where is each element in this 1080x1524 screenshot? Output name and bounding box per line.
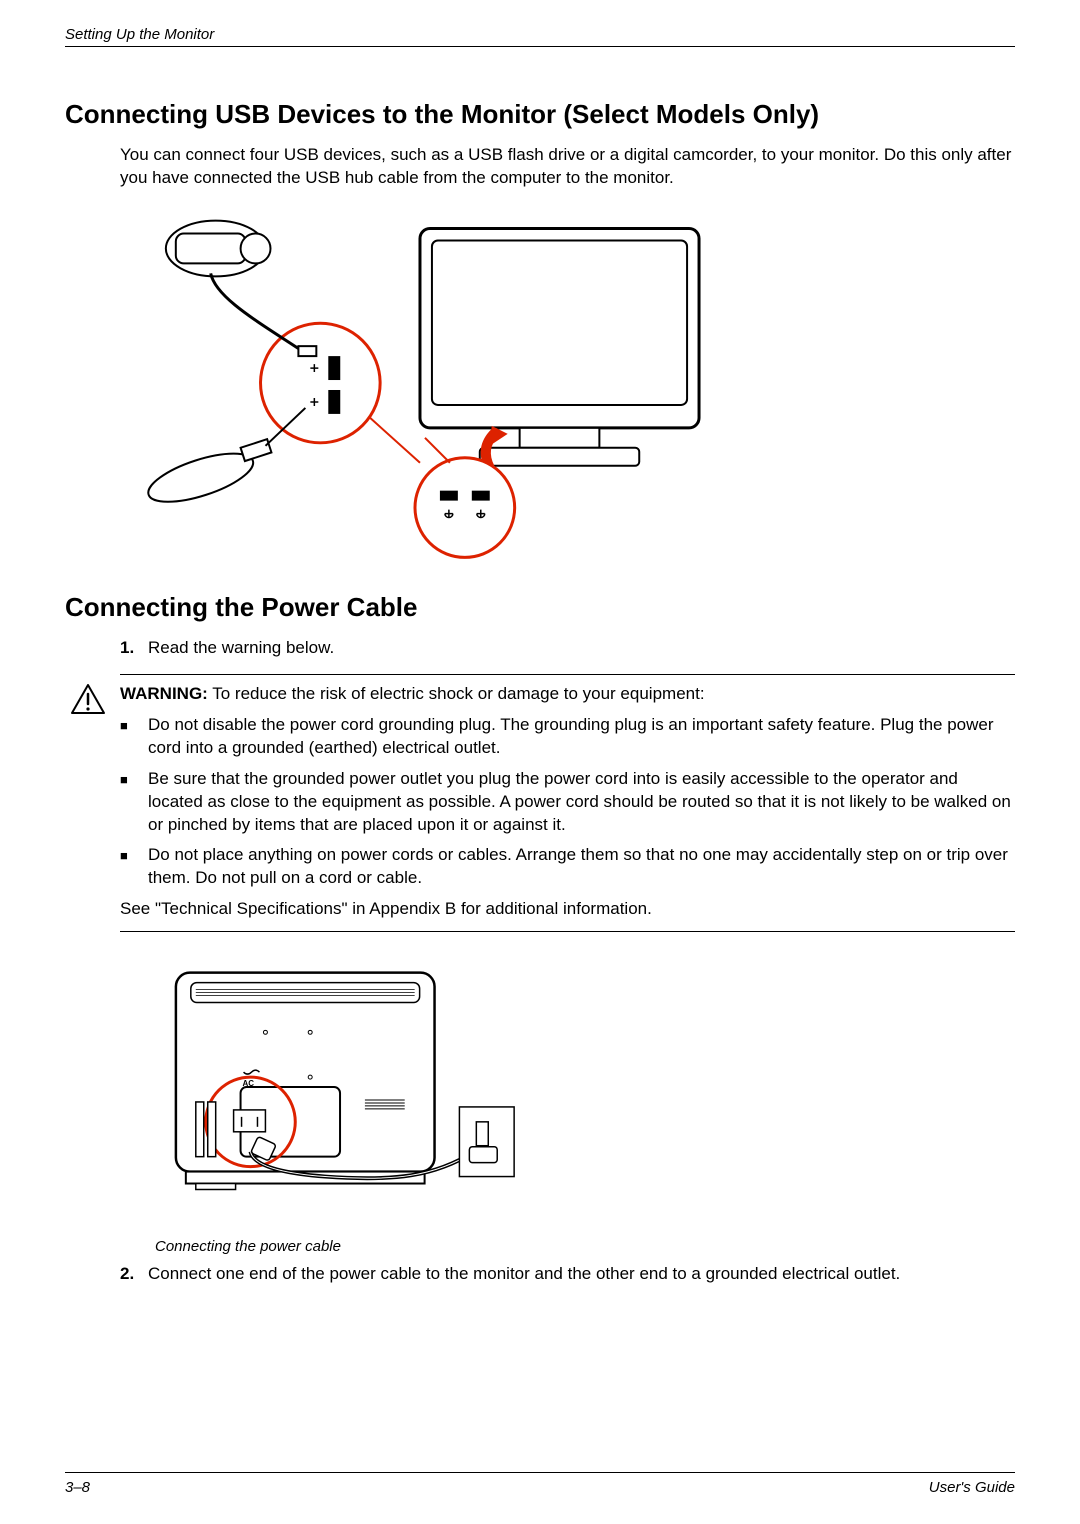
figure-usb-devices bbox=[120, 208, 710, 568]
warning-bullet-2: ■ Be sure that the grounded power outlet… bbox=[120, 768, 1015, 837]
step-1-number: 1. bbox=[120, 637, 148, 660]
figure-power-cable: AC bbox=[155, 952, 540, 1232]
warning-intro: WARNING: To reduce the risk of electric … bbox=[120, 683, 1015, 706]
bullet-text: Do not disable the power cord grounding … bbox=[148, 714, 1015, 760]
page-footer: 3–8 User's Guide bbox=[65, 1472, 1015, 1496]
step-2-number: 2. bbox=[120, 1263, 148, 1286]
doc-title: User's Guide bbox=[929, 1479, 1015, 1496]
svg-text:AC: AC bbox=[243, 1079, 255, 1088]
page-number: 3–8 bbox=[65, 1479, 90, 1496]
heading-usb: Connecting USB Devices to the Monitor (S… bbox=[65, 99, 1015, 130]
step-2: 2. Connect one end of the power cable to… bbox=[120, 1263, 1015, 1286]
warning-bullet-1: ■ Do not disable the power cord groundin… bbox=[120, 714, 1015, 760]
step-1-text: Read the warning below. bbox=[148, 637, 334, 660]
warning-intro-text: To reduce the risk of electric shock or … bbox=[208, 684, 705, 703]
warning-icon bbox=[70, 683, 106, 715]
warning-bullet-3: ■ Do not place anything on power cords o… bbox=[120, 844, 1015, 890]
bullet-icon: ■ bbox=[120, 844, 148, 890]
bullet-text: Do not place anything on power cords or … bbox=[148, 844, 1015, 890]
step-2-text: Connect one end of the power cable to th… bbox=[148, 1263, 900, 1286]
bullet-icon: ■ bbox=[120, 768, 148, 837]
warning-box: WARNING: To reduce the risk of electric … bbox=[120, 674, 1015, 932]
page-header: Setting Up the Monitor bbox=[65, 24, 1015, 47]
figure-caption: Connecting the power cable bbox=[155, 1238, 1015, 1255]
warning-footer: See "Technical Specifications" in Append… bbox=[120, 898, 1015, 921]
step-1: 1. Read the warning below. bbox=[120, 637, 1015, 660]
bullet-icon: ■ bbox=[120, 714, 148, 760]
warning-label: WARNING: bbox=[120, 684, 208, 703]
warning-bullets: ■ Do not disable the power cord groundin… bbox=[120, 714, 1015, 891]
paragraph-usb: You can connect four USB devices, such a… bbox=[120, 144, 1015, 190]
bullet-text: Be sure that the grounded power outlet y… bbox=[148, 768, 1015, 837]
heading-power: Connecting the Power Cable bbox=[65, 592, 1015, 623]
header-section-title: Setting Up the Monitor bbox=[65, 26, 214, 43]
